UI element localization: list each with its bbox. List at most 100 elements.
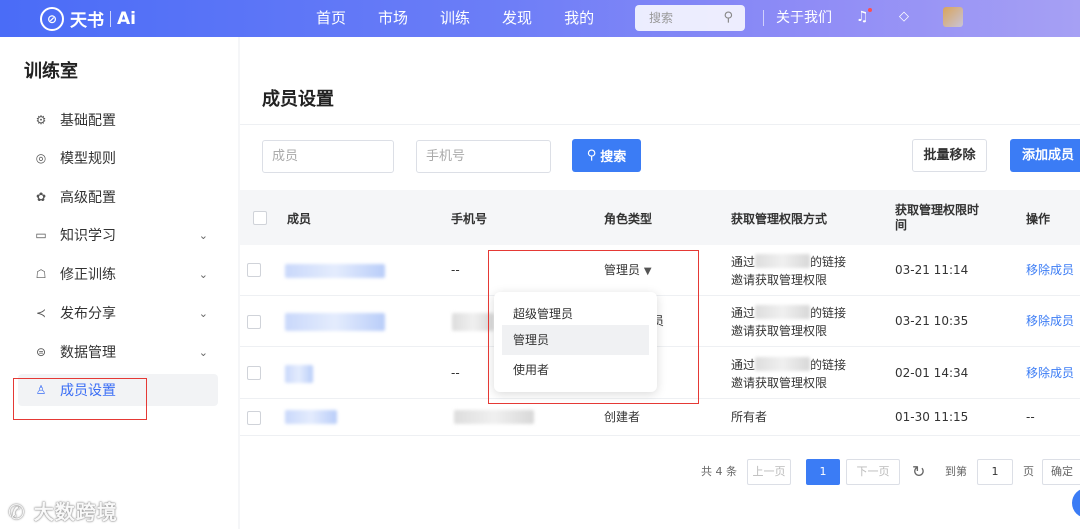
sidebar-item-label: 数据管理 (60, 345, 116, 361)
nav-divider (763, 10, 764, 26)
avatar[interactable] (943, 7, 963, 27)
page-title: 成员设置 (262, 89, 334, 110)
confirm-page-button[interactable]: 确定 (1042, 459, 1080, 485)
table-header: 成员 手机号 角色类型 获取管理权限方式 获取管理权限时间 操作 (240, 190, 1080, 245)
phone-input-placeholder: 手机号 (426, 149, 466, 164)
bell-icon[interactable]: ♫ (856, 8, 872, 25)
share-icon: ≺ (35, 306, 47, 320)
refresh-icon[interactable]: ↻ (912, 459, 925, 485)
page-unit-label: 页 (1023, 465, 1034, 478)
chevron-down-icon[interactable]: ⌄ (199, 346, 208, 359)
page-number-input[interactable]: 1 (977, 459, 1013, 485)
nav-discover[interactable]: 发现 (486, 0, 548, 37)
batch-remove-button[interactable]: 批量移除 (912, 139, 987, 172)
sidebar-item-base-config[interactable]: ⚙ 基础配置 (18, 104, 218, 136)
col-role: 角色类型 (604, 212, 653, 226)
col-time: 获取管理权限时间 (895, 203, 980, 232)
member-input[interactable]: 成员 (262, 140, 394, 173)
robot-icon: ☖ (35, 267, 47, 281)
nav-market[interactable]: 市场 (362, 0, 424, 37)
time-cell: 01-30 11:15 (895, 410, 969, 424)
sidebar-item-correction-training[interactable]: ☖ 修正训练 ⌄ (18, 258, 218, 290)
col-member: 成员 (287, 212, 312, 226)
method-cell: 所有者 (731, 410, 768, 424)
watermark-icon: ✆ (8, 500, 26, 524)
book-icon: ▭ (35, 228, 47, 242)
sidebar-item-knowledge-learning[interactable]: ▭ 知识学习 ⌄ (18, 219, 218, 251)
sidebar-title: 训练室 (24, 61, 78, 82)
add-member-button[interactable]: 添加成员 (1010, 139, 1080, 172)
member-name-blurred (285, 365, 313, 383)
prev-page-button[interactable]: 上一页 (747, 459, 791, 485)
page-1-button[interactable]: 1 (806, 459, 840, 485)
diamond-icon[interactable]: ◇ (899, 9, 909, 24)
time-cell: 03-21 10:35 (895, 314, 969, 328)
method-cell: 通过 的链接 邀请获取管理权限 (731, 254, 847, 287)
sidebar-item-label: 知识学习 (60, 228, 116, 244)
notification-dot (867, 8, 872, 12)
nav-mine[interactable]: 我的 (548, 0, 610, 37)
brand-mark: ⊘ (40, 6, 64, 31)
sidebar-item-label: 高级配置 (60, 190, 116, 206)
col-action: 操作 (1026, 212, 1051, 226)
sidebar: 训练室 ⚙ 基础配置 ◎ 模型规则 ✿ 高级配置 ▭ 知识学习 ⌄ ☖ 修正训练 ⌄ ≺ 发布分享 ⌄ ⊜ 数据… (0, 37, 238, 529)
remove-member-link[interactable]: 移除成员 (1026, 364, 1074, 382)
phone-cell: -- (451, 366, 460, 380)
next-page-button[interactable]: 下一页 (846, 459, 900, 485)
highlight-box-sidebar (13, 378, 147, 420)
goto-label: 到第 (945, 465, 967, 478)
row-checkbox[interactable] (247, 411, 261, 425)
phone-cell: -- (451, 263, 460, 277)
brand-name: 天书 (70, 11, 104, 31)
watermark-text: 大数跨境 (33, 500, 118, 524)
floating-help-button[interactable] (1072, 488, 1080, 518)
nav-train[interactable]: 训练 (424, 0, 486, 37)
search-icon[interactable]: ⚲ (723, 5, 733, 31)
top-navbar: ⊘ 天书 Ai 首页 市场 训练 发现 我的 搜索 ⚲ 关于我们 ♫ ◇ (0, 0, 1080, 37)
brand-divider (110, 10, 111, 27)
phone-input[interactable]: 手机号 (416, 140, 551, 173)
action-cell: -- (1026, 410, 1035, 424)
target-icon: ◎ (35, 151, 47, 165)
phone-blurred (454, 410, 534, 424)
method-cell: 通过 的链接 邀请获取管理权限 (731, 305, 847, 338)
brand-suffix: Ai (117, 8, 136, 29)
search-button[interactable]: ⚲ 搜索 (572, 139, 641, 172)
select-all-checkbox[interactable] (253, 211, 267, 225)
sidebar-item-label: 修正训练 (60, 267, 116, 283)
sidebar-item-publish-share[interactable]: ≺ 发布分享 ⌄ (18, 297, 218, 329)
col-phone: 手机号 (451, 212, 488, 226)
about-link[interactable]: 关于我们 (776, 0, 832, 37)
brand-logo[interactable]: ⊘ 天书 Ai (40, 6, 136, 31)
row-checkbox[interactable] (247, 263, 261, 277)
top-search-placeholder: 搜索 (649, 11, 674, 25)
chevron-down-icon[interactable]: ⌄ (199, 229, 208, 242)
remove-member-link[interactable]: 移除成员 (1026, 261, 1074, 279)
member-name-blurred (285, 313, 385, 331)
puzzle-icon: ✿ (35, 190, 47, 204)
row-checkbox[interactable] (247, 366, 261, 380)
search-button-label: 搜索 (600, 150, 627, 165)
chevron-down-icon[interactable]: ⌄ (199, 307, 208, 320)
remove-member-link[interactable]: 移除成员 (1026, 312, 1074, 330)
total-count: 共 4 条 (701, 465, 737, 478)
col-method: 获取管理权限方式 (731, 212, 828, 226)
main-panel: 成员设置 成员 手机号 ⚲ 搜索 批量移除 添加成员 成员 手机号 角色类型 获取… (240, 37, 1080, 529)
sidebar-item-data-management[interactable]: ⊜ 数据管理 ⌄ (18, 336, 218, 368)
title-divider (240, 124, 1080, 125)
sidebar-item-advanced-config[interactable]: ✿ 高级配置 (18, 181, 218, 213)
nav-home[interactable]: 首页 (300, 0, 362, 37)
watermark: ✆ 大数跨境 (8, 496, 118, 525)
time-cell: 03-21 11:14 (895, 263, 969, 277)
member-input-placeholder: 成员 (272, 149, 299, 164)
time-cell: 02-01 14:34 (895, 366, 969, 380)
member-name-blurred (285, 264, 385, 278)
sidebar-item-model-rules[interactable]: ◎ 模型规则 (18, 142, 218, 174)
main-nav: 首页 市场 训练 发现 我的 (300, 0, 610, 37)
method-cell: 通过 的链接 邀请获取管理权限 (731, 357, 847, 390)
search-icon: ⚲ (586, 148, 597, 163)
row-checkbox[interactable] (247, 315, 261, 329)
chevron-down-icon[interactable]: ⌄ (199, 268, 208, 281)
top-search-input[interactable]: 搜索 ⚲ (635, 5, 745, 31)
pagination: 共 4 条 上一页 1 下一页 ↻ 到第 1 页 确定 (240, 457, 1080, 489)
